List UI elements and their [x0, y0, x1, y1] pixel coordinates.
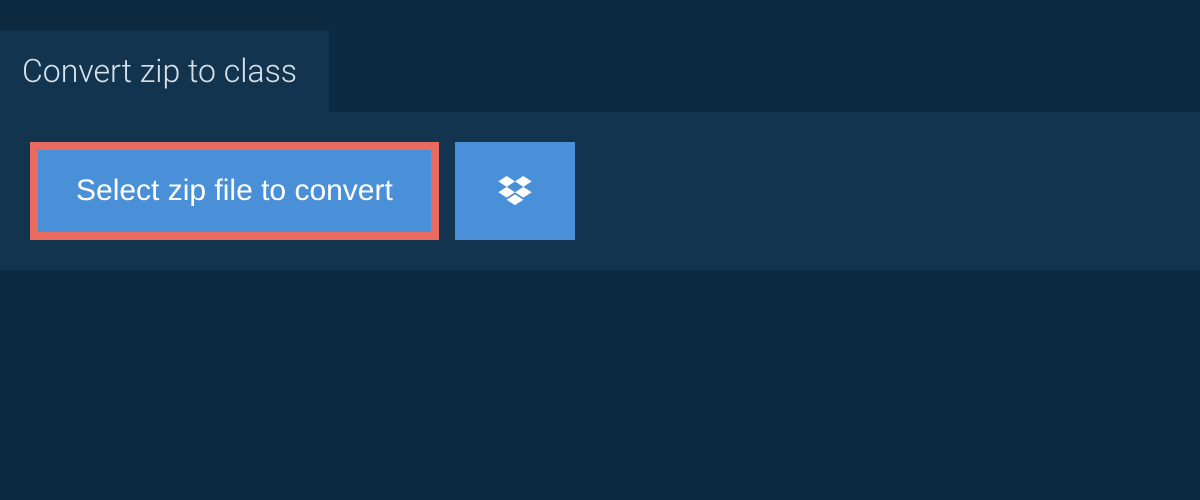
upload-panel: Select zip file to convert	[0, 112, 1200, 270]
dropbox-button[interactable]	[455, 142, 575, 240]
select-file-button[interactable]: Select zip file to convert	[38, 150, 431, 232]
select-file-highlight: Select zip file to convert	[30, 142, 439, 240]
dropbox-icon	[495, 171, 535, 211]
tab-convert[interactable]: Convert zip to class	[0, 30, 329, 112]
